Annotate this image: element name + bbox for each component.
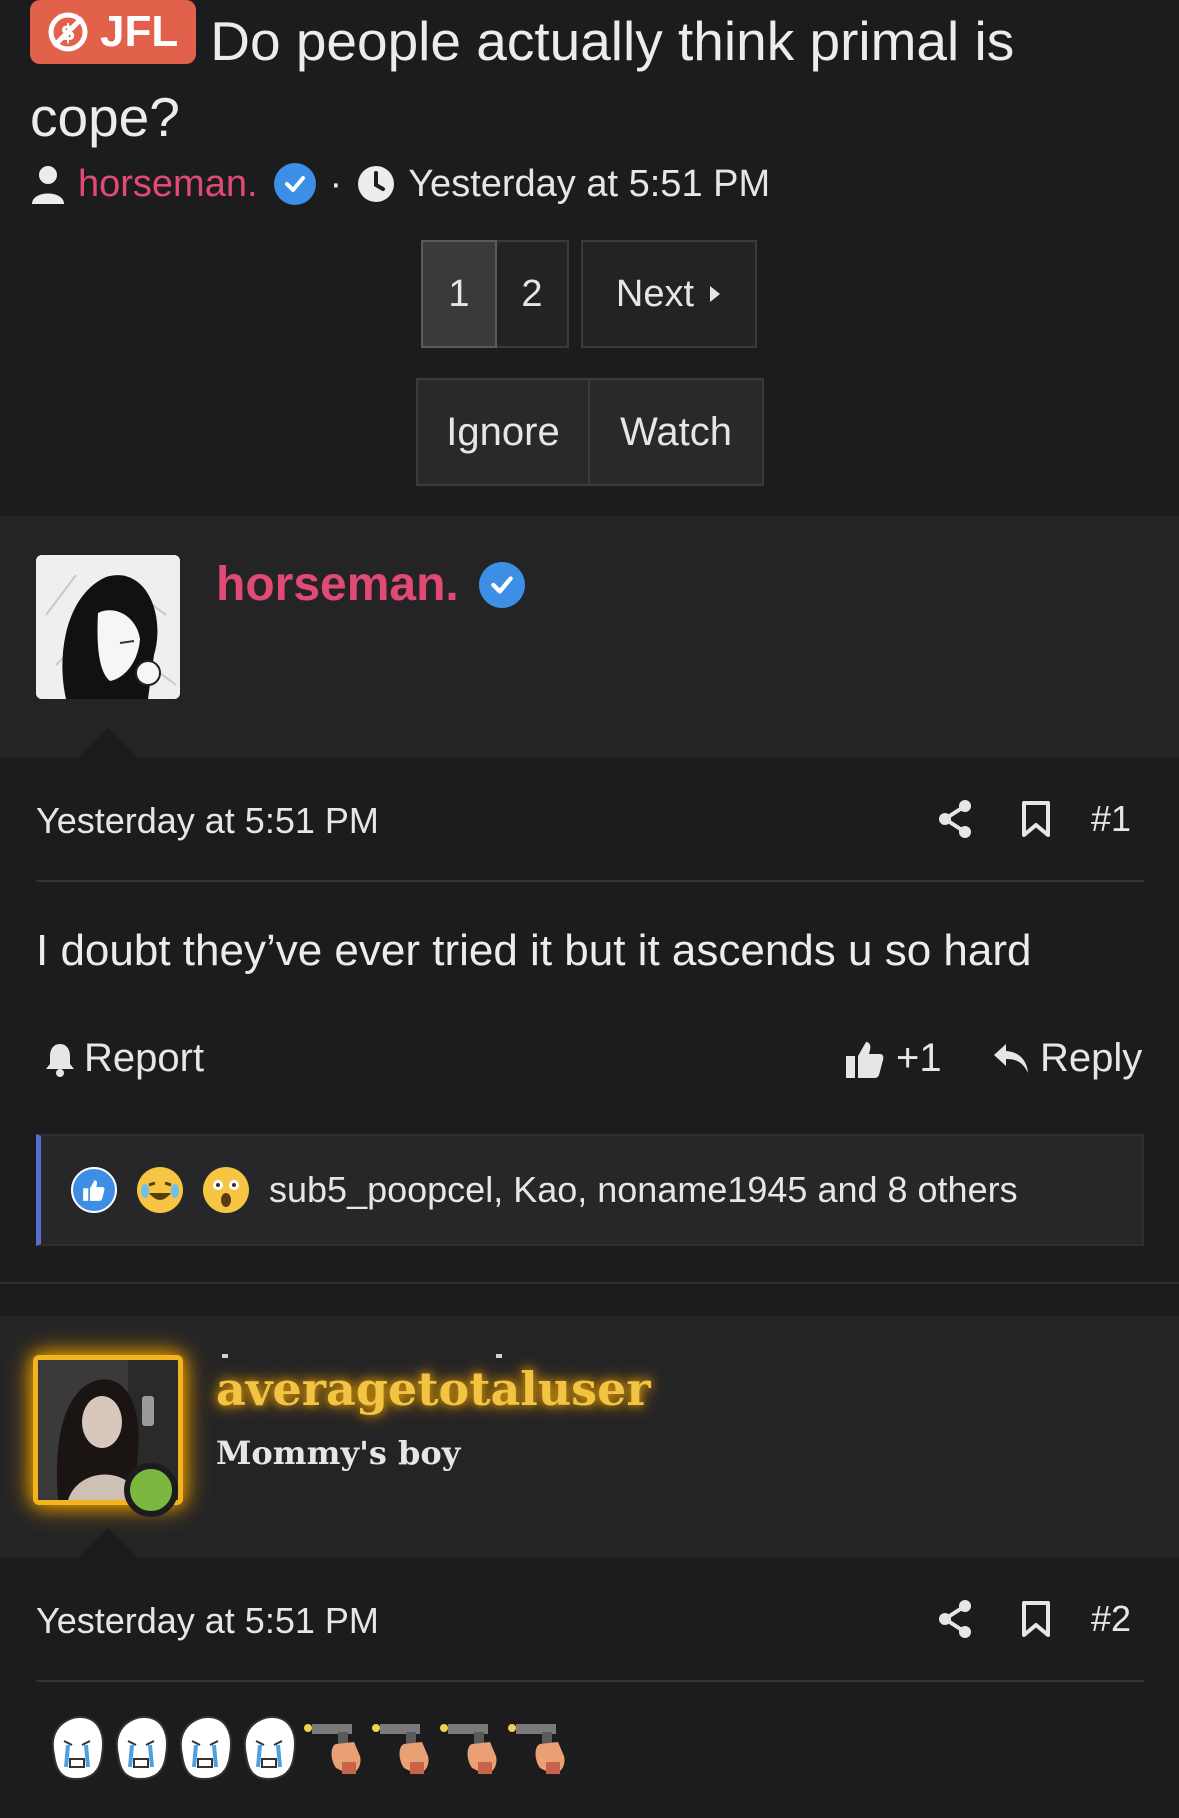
bookmark-icon[interactable] [1021, 800, 1051, 838]
post-1-tools: #1 [937, 798, 1131, 840]
like-button[interactable]: +1 [844, 1036, 942, 1081]
post-1-username[interactable]: horseman. [216, 557, 459, 612]
thread-time[interactable]: Yesterday at 5:51 PM [408, 163, 770, 206]
share-icon[interactable] [937, 1599, 973, 1639]
post-1-user-details: horseman. [216, 557, 525, 612]
thread-author-link[interactable]: horseman. [78, 163, 258, 206]
reply-arrow-icon [994, 1043, 1028, 1073]
pistol-hand-emoji [440, 1724, 497, 1774]
report-label: Report [84, 1036, 205, 1080]
verified-check-icon [273, 163, 316, 205]
online-status-dot [124, 1463, 178, 1517]
like-count: +1 [896, 1036, 942, 1080]
post-1-pointer [78, 728, 138, 758]
post-1-number-link[interactable]: #1 [1091, 798, 1131, 840]
post-separator [0, 1282, 1179, 1284]
next-page-label: Next [615, 272, 695, 315]
ignore-button[interactable]: Ignore [416, 378, 590, 486]
page-1-button[interactable]: 1 [421, 240, 497, 348]
reply-label: Reply [1040, 1036, 1143, 1080]
next-page-button[interactable]: Next [581, 240, 757, 348]
no-sugar-icon: $ [48, 12, 88, 52]
bell-icon [46, 1043, 74, 1077]
share-icon[interactable] [937, 799, 973, 839]
svg-text:$: $ [60, 21, 75, 46]
post-2-number-link[interactable]: #2 [1091, 1598, 1131, 1640]
post-2-username[interactable]: averagetotaluser [216, 1362, 651, 1416]
watch-button[interactable]: Watch [590, 378, 764, 486]
page-2-button[interactable]: 2 [497, 240, 569, 348]
crying-laughing-reaction-icon [137, 1167, 183, 1213]
crying-wojak-emoji [115, 1715, 168, 1781]
user-icon [32, 166, 64, 204]
post-2-tools: #2 [937, 1598, 1131, 1640]
thread-title-block: $ JFL Do people actually think primal is… [30, 0, 1150, 155]
shocked-reaction-icon [203, 1167, 249, 1213]
thread-prefix-badge[interactable]: $ JFL [30, 0, 197, 64]
verified-check-icon [478, 561, 525, 608]
post-1-avatar[interactable] [36, 555, 180, 699]
pistol-hand-emoji [304, 1724, 361, 1774]
meta-separator: · [329, 162, 343, 205]
post-2-message [46, 1715, 572, 1781]
post-2-divider [36, 1680, 1144, 1682]
pistol-hand-emoji [372, 1724, 429, 1774]
thumbs-up-icon [846, 1041, 884, 1078]
post-2-name-decoration [222, 1354, 502, 1358]
crying-wojak-emoji [51, 1715, 104, 1781]
thread-meta: horseman. · Yesterday at 5:51 PM [30, 156, 770, 212]
crying-wojak-emoji [243, 1715, 296, 1781]
crying-wojak-emoji [179, 1715, 232, 1781]
post-2-date[interactable]: Yesterday at 5:51 PM [36, 1600, 379, 1642]
reactions-users[interactable]: sub5_poopcel, Kao, noname1945 and 8 othe… [269, 1169, 1018, 1211]
clock-icon [358, 166, 395, 202]
thread-actions: Ignore Watch [416, 378, 764, 486]
reactions-bar[interactable]: sub5_poopcel, Kao, noname1945 and 8 othe… [36, 1134, 1144, 1246]
caret-right-icon [710, 286, 721, 302]
post-1-message: I doubt they’ve ever tried it but it asc… [36, 926, 1032, 975]
post-1-divider [36, 880, 1144, 882]
pistol-hand-emoji [508, 1724, 565, 1774]
post-2-pointer [78, 1528, 138, 1558]
like-reaction-icon [71, 1167, 117, 1213]
post-2-user-title: Mommy's boy [216, 1434, 461, 1472]
report-button[interactable]: Report [44, 1036, 204, 1081]
reply-button[interactable]: Reply [992, 1036, 1142, 1081]
thread-prefix-label: JFL [100, 7, 179, 56]
bookmark-icon[interactable] [1021, 1600, 1051, 1638]
pagination: 1 2 Next [421, 240, 757, 348]
post-1-date[interactable]: Yesterday at 5:51 PM [36, 800, 379, 842]
